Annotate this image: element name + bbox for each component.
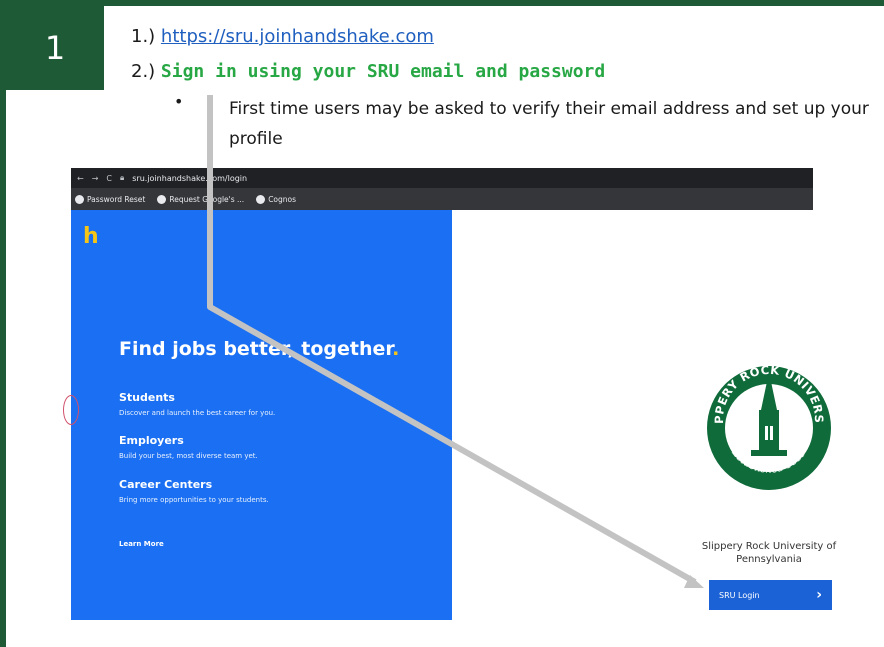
university-name-line2: Pennsylvania [736,554,802,565]
line2-prefix: 2.) [131,61,161,82]
headline-dot: . [392,338,400,360]
step-number: 1 [44,29,66,67]
bookmark-request-google[interactable]: Request Google's ... [157,194,245,204]
learn-more-link[interactable]: Learn More [119,540,164,548]
step-number-box: 1 [6,6,104,90]
instruction-line-1: 1.) https://sru.joinhandshake.com [131,26,434,47]
section-students: Students Discover and launch the best ca… [119,391,275,417]
chevron-right-icon: › [816,587,822,603]
address-bar: ← → C 🔒︎ sru.joinhandshake.com/login [71,168,813,188]
section-title: Employers [119,434,184,447]
browser-screenshot: ← → C 🔒︎ sru.joinhandshake.com/login Pas… [63,168,836,620]
line1-prefix: 1.) [131,26,161,47]
section-desc: Bring more opportunities to your student… [119,496,269,504]
reload-icon[interactable]: C [106,174,112,183]
bookmark-icon [256,194,266,204]
decorative-arc [63,395,79,425]
bookmark-label: Request Google's ... [169,194,245,204]
sru-seal-logo: SLIPPERY ROCK UNIVERSITY Established 188… [705,354,831,490]
sign-in-instruction: Sign in using your SRU email and passwor… [160,61,606,82]
section-career-centers: Career Centers Bring more opportunities … [119,478,269,504]
sru-login-label: SRU Login [719,590,760,600]
section-title: Career Centers [119,478,213,491]
bookmark-icon [157,194,167,204]
section-title: Students [119,391,175,404]
section-employers: Employers Build your best, most diverse … [119,434,258,460]
handshake-promo-panel: h Find jobs better, together. Students D… [63,210,452,620]
frame-top-bar [0,0,884,6]
handshake-logo: h [83,224,99,249]
back-icon[interactable]: ← [77,174,84,183]
section-desc: Discover and launch the best career for … [119,409,276,417]
instruction-line-2: 2.) Sign in using your SRU email and pas… [131,61,605,82]
bookmarks-bar: Password Reset Request Google's ... Cogn… [71,188,813,210]
promo-headline: Find jobs better, together. [119,338,399,360]
frame-left-bar [0,0,6,647]
section-desc: Build your best, most diverse team yet. [119,452,258,460]
first-time-note: First time users may be asked to verify … [229,99,869,149]
bookmark-label: Cognos [268,194,297,204]
bookmark-password-reset[interactable]: Password Reset [75,194,146,204]
bookmark-icon [75,194,84,204]
url-text[interactable]: sru.joinhandshake.com/login [132,174,247,183]
sru-login-button[interactable]: SRU Login › [709,580,832,610]
headline-text: Find jobs better, together [119,338,393,360]
lock-icon: 🔒︎ [120,173,125,182]
university-name-line1: Slippery Rock University of [701,541,837,552]
bookmark-label: Password Reset [87,194,146,204]
bullet-icon: • [174,92,184,111]
forward-icon[interactable]: → [92,174,99,183]
handshake-url-link[interactable]: https://sru.joinhandshake.com [161,26,434,47]
university-name: Slippery Rock University of Pennsylvania [681,540,857,566]
bookmark-cognos[interactable]: Cognos [256,194,297,204]
